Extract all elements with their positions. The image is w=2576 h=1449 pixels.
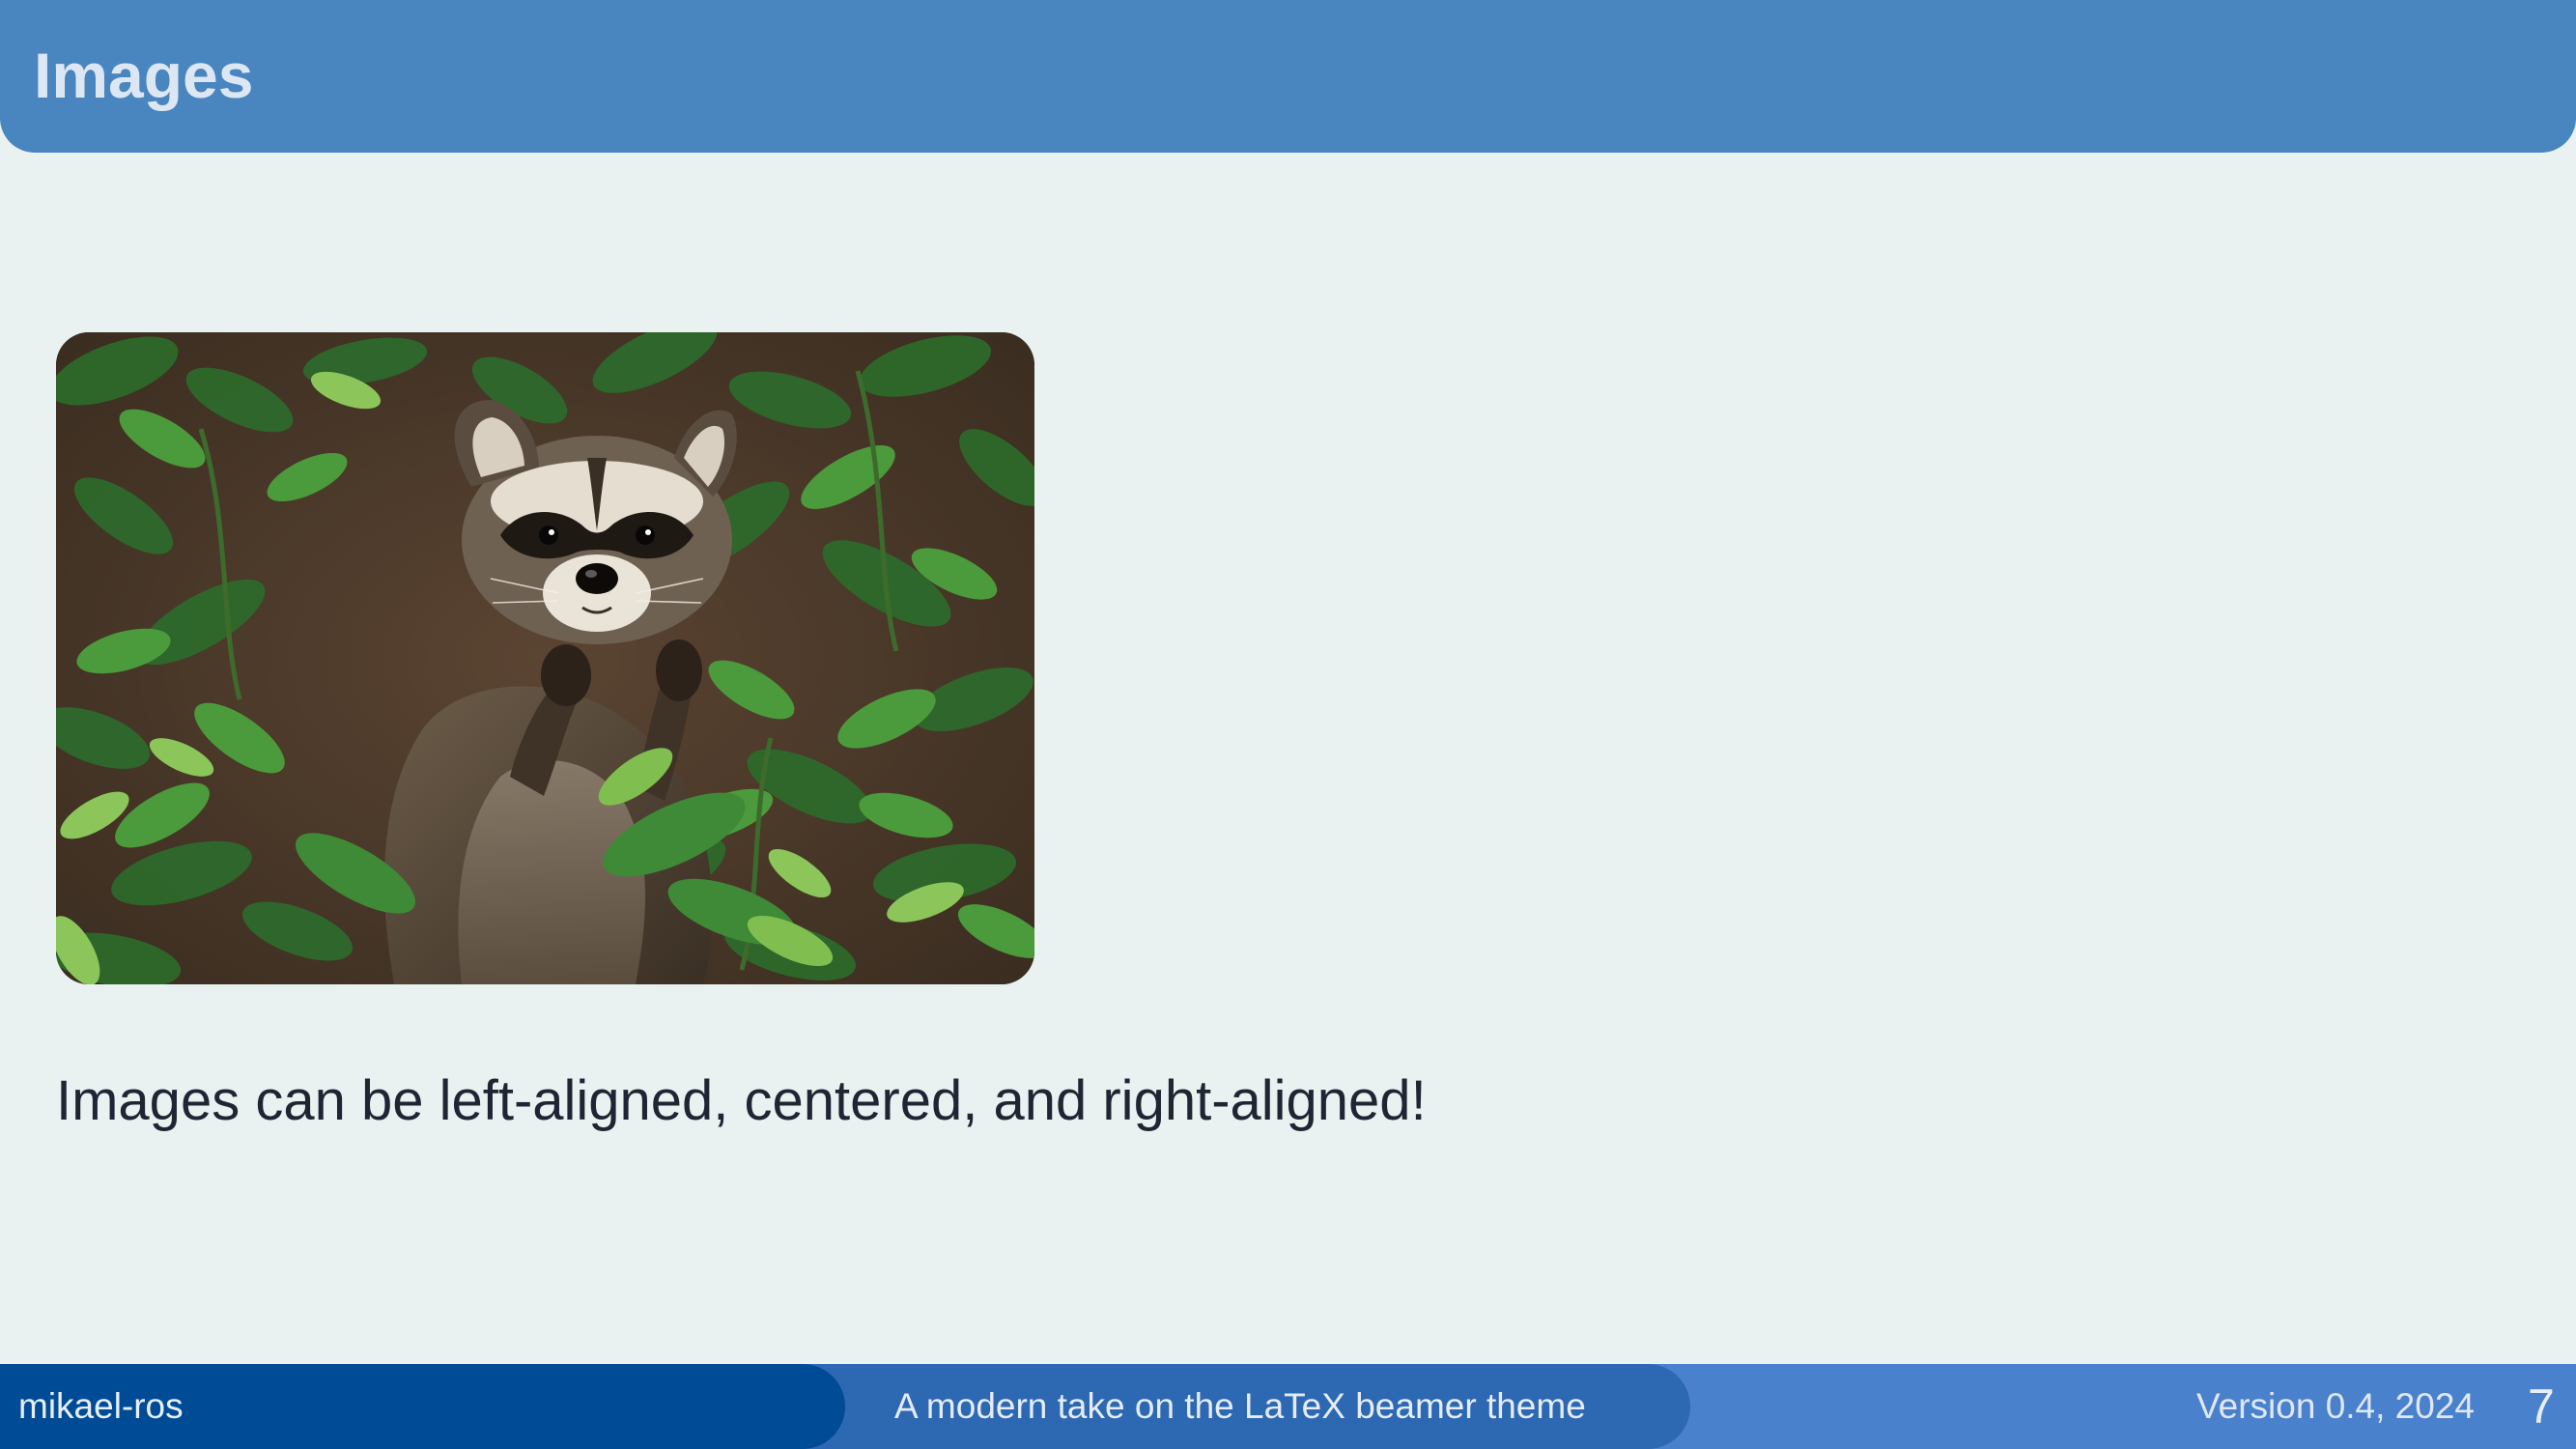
- footer-author: mikael-ros: [18, 1386, 184, 1426]
- raccoon-photo: [56, 332, 1034, 984]
- slide-title: Images: [34, 40, 254, 111]
- slide-footer: mikael-ros A modern take on the LaTeX be…: [0, 1364, 2576, 1449]
- body-text: Images can be left-aligned, centered, an…: [56, 1069, 1427, 1132]
- slide: Images Images can be left-aligned, cente…: [0, 0, 2576, 1449]
- slide-header: Images: [0, 0, 2576, 153]
- footer-subtitle: A modern take on the LaTeX beamer theme: [894, 1386, 1586, 1426]
- footer-version: Version 0.4, 2024: [2196, 1386, 2475, 1426]
- page-number: 7: [2528, 1379, 2555, 1434]
- raccoon-illustration: [56, 332, 1034, 984]
